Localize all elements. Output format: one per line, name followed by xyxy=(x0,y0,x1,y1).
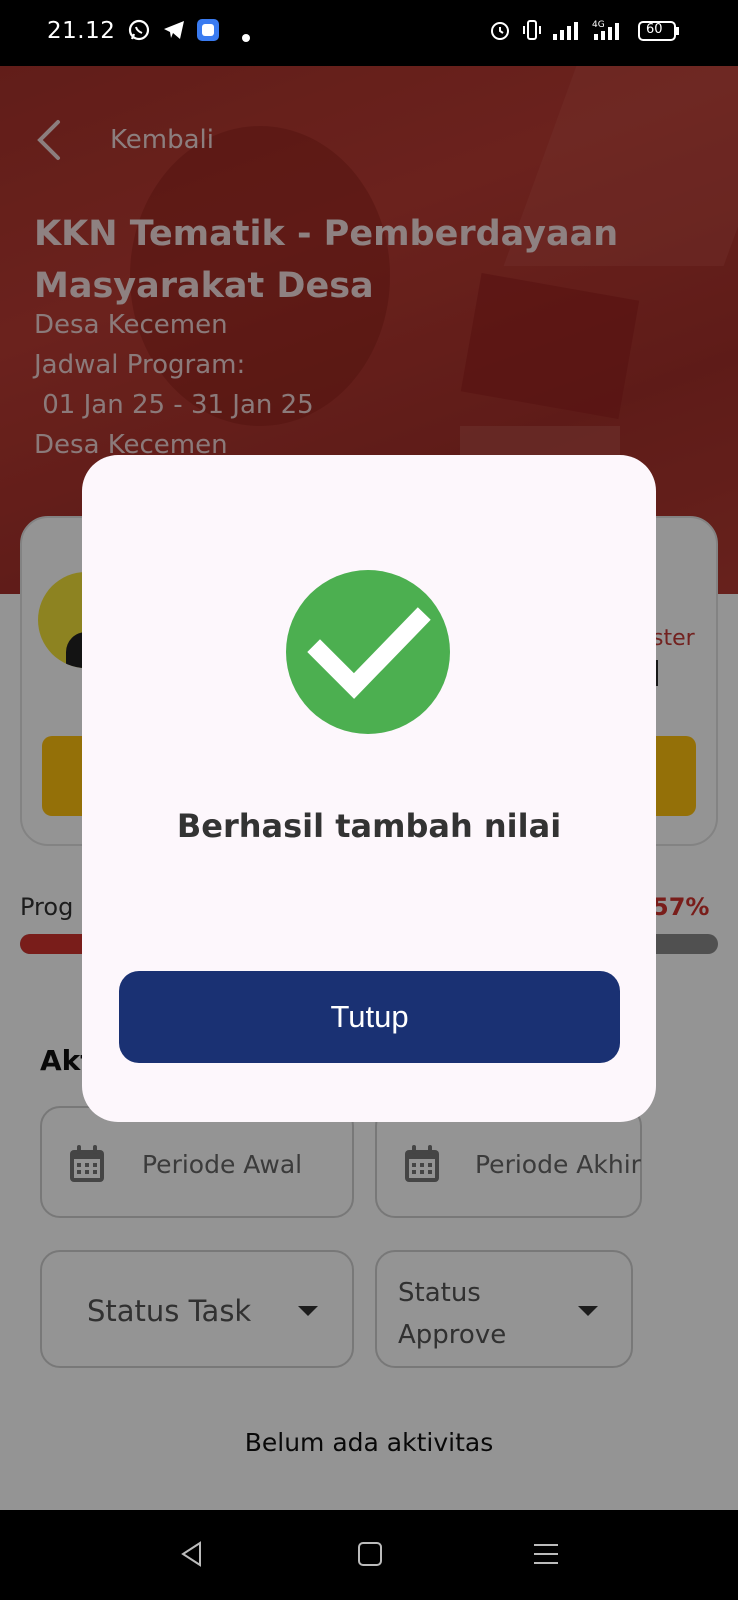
telegram-icon xyxy=(162,18,186,46)
app-icon xyxy=(196,18,220,46)
success-dialog: Berhasil tambah nilai Tutup xyxy=(82,455,656,1122)
nav-menu-icon[interactable] xyxy=(532,1540,560,1572)
battery-level: 60 xyxy=(646,22,663,37)
vibrate-icon xyxy=(520,18,544,46)
dialog-message: Berhasil tambah nilai xyxy=(176,807,562,845)
nav-home-icon[interactable] xyxy=(356,1540,384,1572)
alarm-icon xyxy=(488,18,512,46)
status-bar: 21.12 4G 60 xyxy=(0,0,738,66)
nav-back-icon[interactable] xyxy=(178,1540,206,1572)
close-button[interactable]: Tutup xyxy=(119,971,620,1063)
signal-4g-icon: 4G xyxy=(590,18,628,46)
battery-icon: 60 xyxy=(638,20,680,46)
success-check-icon xyxy=(286,570,450,734)
svg-text:4G: 4G xyxy=(592,20,605,30)
whatsapp-icon xyxy=(127,18,151,46)
status-time: 21.12 xyxy=(47,18,116,44)
notification-dot-icon xyxy=(242,27,250,46)
system-nav-bar xyxy=(0,1510,738,1600)
signal-icon xyxy=(552,18,580,46)
